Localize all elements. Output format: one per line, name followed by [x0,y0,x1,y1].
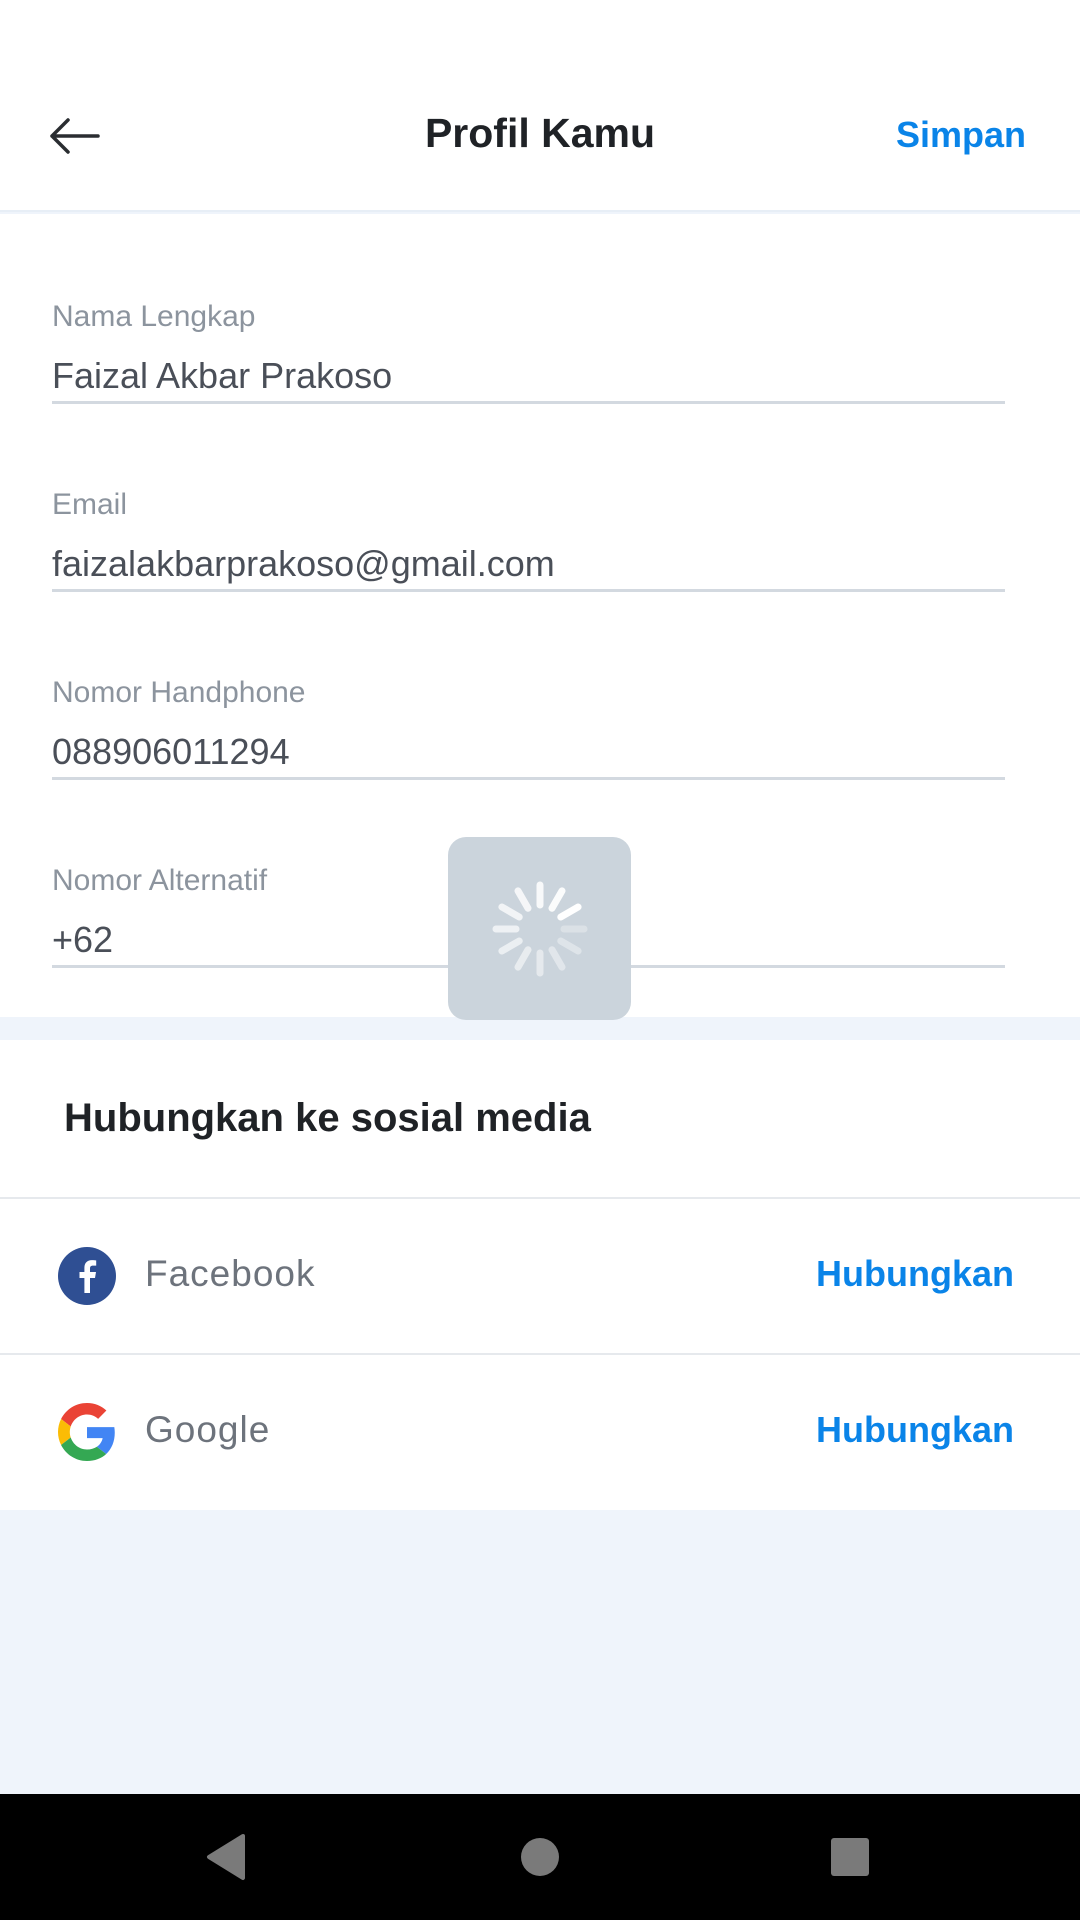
loading-spinner [448,837,631,1020]
circle-home-icon [521,1838,559,1876]
spinner-spoke [556,937,582,954]
spinner-spoke [497,937,523,954]
google-icon [58,1403,115,1461]
email-label: Email [52,488,128,521]
social-media-section: Hubungkan ke sosial media Facebook Hubun… [0,1040,1080,1510]
facebook-label: Facebook [145,1253,316,1294]
full-name-field: Nama Lengkap [52,300,1005,420]
app-header: Profil Kamu Simpan [0,0,1080,212]
spinner-spoke [514,945,531,971]
phone-field: Nomor Handphone [52,676,1005,796]
nav-back-button[interactable] [176,1814,276,1900]
square-recents-icon [831,1838,869,1876]
spinner-spoke [556,903,582,920]
spinner-icon [492,881,587,976]
phone-label: Nomor Handphone [52,676,306,709]
spinner-spoke [548,945,565,971]
nav-recents-button[interactable] [800,1814,900,1900]
social-section-title: Hubungkan ke sosial media [64,1096,591,1140]
triangle-back-icon [207,1834,245,1880]
connect-facebook-button[interactable]: Hubungkan [816,1253,1014,1295]
spinner-spoke [548,886,565,912]
facebook-icon [58,1247,116,1305]
alternate-phone-label: Nomor Alternatif [52,864,268,897]
save-button[interactable]: Simpan [896,114,1026,156]
profile-screen: Profil Kamu Simpan Nama Lengkap Email No… [0,0,1080,1920]
full-name-label: Nama Lengkap [52,300,256,333]
nav-home-button[interactable] [490,1814,590,1900]
spinner-spoke [497,903,523,920]
system-navigation-bar [0,1794,1080,1920]
phone-input[interactable] [52,726,1005,780]
connect-google-button[interactable]: Hubungkan [816,1409,1014,1451]
email-input[interactable] [52,538,1005,592]
social-row-facebook: Facebook Hubungkan [0,1199,1080,1353]
google-label: Google [145,1409,271,1450]
email-field: Email [52,488,1005,608]
social-row-google: Google Hubungkan [0,1355,1080,1509]
spinner-spoke [514,886,531,912]
full-name-input[interactable] [52,350,1005,404]
